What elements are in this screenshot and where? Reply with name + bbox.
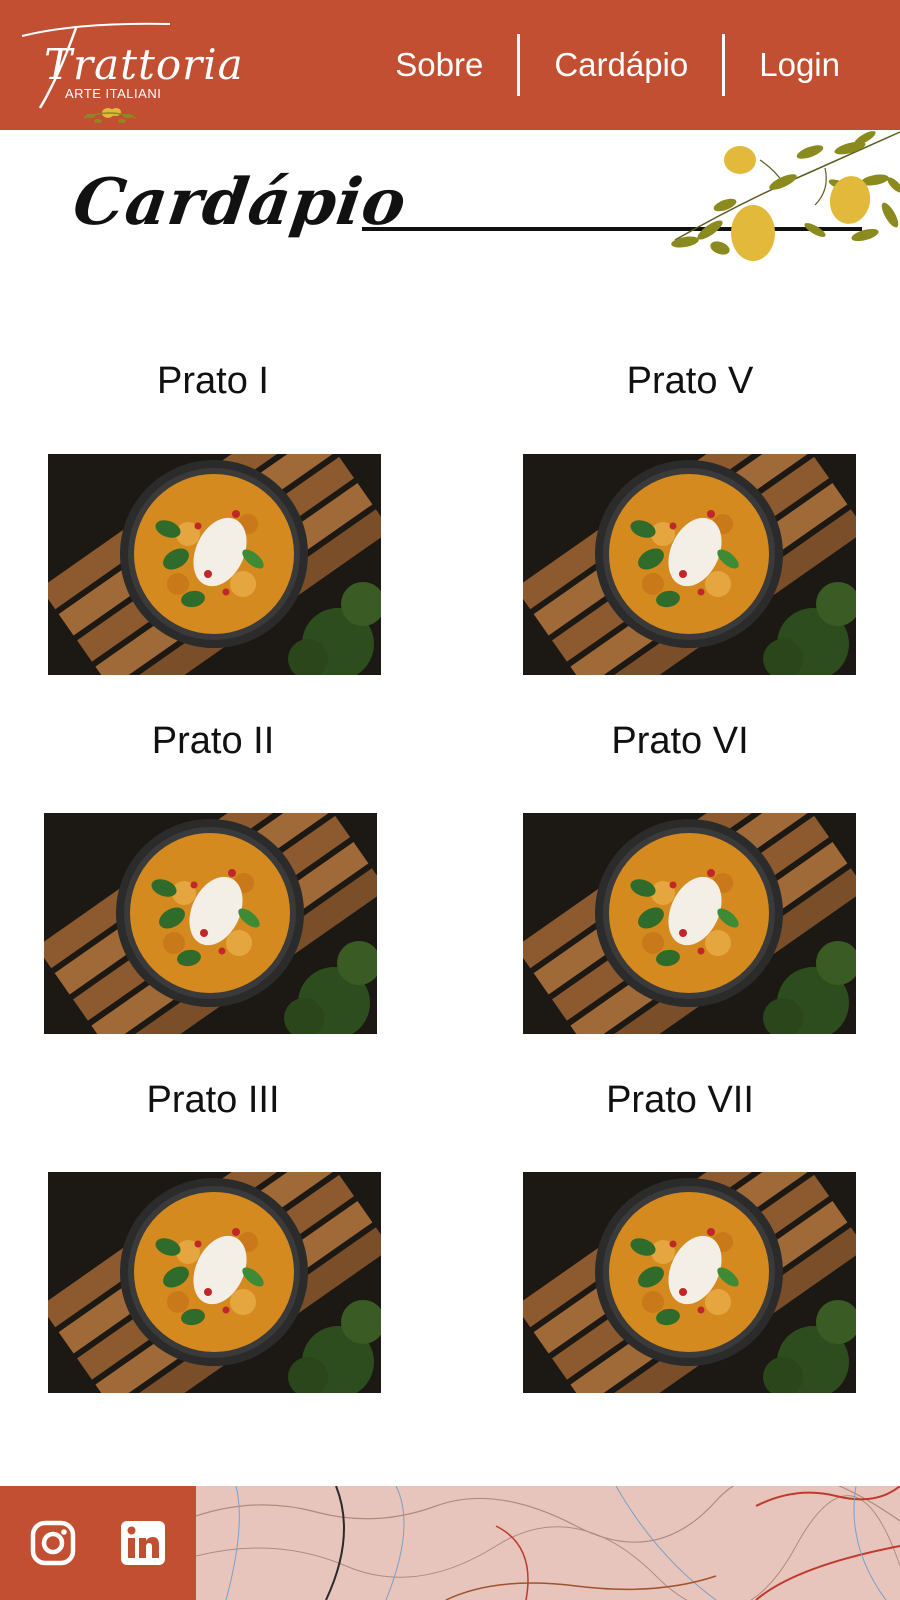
dish-title: Prato III bbox=[146, 1079, 280, 1121]
brand-tagline: ARTE ITALIANI bbox=[65, 86, 162, 101]
brand-logo[interactable]: Trattoria ARTE ITALIANI bbox=[18, 18, 243, 130]
nav-login-link[interactable]: Login bbox=[725, 46, 900, 84]
dish-photo[interactable] bbox=[48, 454, 381, 675]
dish-photo[interactable] bbox=[523, 813, 856, 1034]
curry-bowl-image bbox=[523, 454, 856, 675]
lemon-branch-illustration bbox=[671, 131, 900, 261]
dish-title: Prato VII bbox=[606, 1079, 754, 1121]
dish-photo[interactable] bbox=[44, 813, 377, 1034]
curry-bowl-image bbox=[48, 454, 381, 675]
curry-bowl-image bbox=[48, 1172, 381, 1393]
page-title: Cardápio bbox=[68, 165, 412, 240]
nav-cardapio-link[interactable]: Cardápio bbox=[520, 46, 722, 84]
curry-bowl-image bbox=[523, 813, 856, 1034]
curry-bowl-image bbox=[44, 813, 377, 1034]
main-nav: Sobre Cardápio Login bbox=[361, 0, 900, 130]
site-footer bbox=[0, 1486, 900, 1600]
dish-title: Prato I bbox=[157, 360, 269, 402]
dish-photo[interactable] bbox=[48, 1172, 381, 1393]
nav-sobre-link[interactable]: Sobre bbox=[361, 46, 517, 84]
instagram-icon[interactable] bbox=[30, 1520, 76, 1566]
linkedin-icon[interactable] bbox=[120, 1520, 166, 1566]
brand-name: Trattoria bbox=[44, 40, 244, 89]
site-header: Trattoria ARTE ITALIANI Sobre Cardápio L… bbox=[0, 0, 900, 130]
dish-title: Prato II bbox=[151, 720, 275, 762]
dish-title: Prato VI bbox=[611, 720, 749, 762]
map-illustration bbox=[196, 1486, 900, 1600]
dish-photo[interactable] bbox=[523, 454, 856, 675]
map-background bbox=[196, 1486, 900, 1600]
social-bar bbox=[0, 1486, 196, 1600]
curry-bowl-image bbox=[523, 1172, 856, 1393]
dish-photo[interactable] bbox=[523, 1172, 856, 1393]
dish-title: Prato V bbox=[626, 360, 754, 402]
